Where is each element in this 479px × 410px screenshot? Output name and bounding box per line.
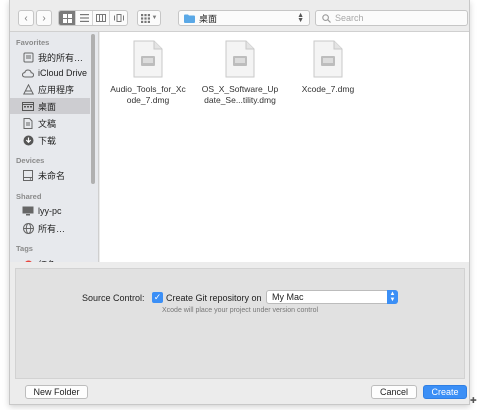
- dmg-file-icon: [313, 40, 343, 78]
- cover-flow-icon: [113, 14, 124, 22]
- shared-header: Shared: [16, 192, 42, 201]
- dmg-file-icon: [225, 40, 255, 78]
- repository-location-select[interactable]: My Mac ▲ ▼: [266, 290, 398, 304]
- save-dialog: ‹ › ▼ 桌面 ▲ ▼ Search Favorites 我的所有… iClo…: [9, 0, 470, 405]
- arrange-grid-icon: [140, 13, 150, 23]
- source-control-hint: Xcode will place your project under vers…: [162, 307, 319, 314]
- columns-icon: [96, 14, 106, 22]
- sidebar-item-label: lyy-pc: [38, 206, 62, 216]
- git-repository-checkbox-label[interactable]: Create Git repository on: [166, 293, 262, 303]
- chevron-left-icon: ‹: [24, 12, 28, 24]
- favorites-header: Favorites: [16, 38, 50, 47]
- popup-arrows-icon: ▲ ▼: [297, 12, 304, 24]
- sidebar-item-label: 文稿: [38, 118, 57, 129]
- view-mode-segmented-control: [58, 10, 128, 26]
- sidebar-item-lyy-pc[interactable]: lyy-pc: [10, 203, 90, 219]
- sidebar-item-label: 所有…: [38, 223, 66, 234]
- forward-button[interactable]: ›: [36, 10, 52, 26]
- downloads-icon: [22, 134, 34, 146]
- sidebar-item-label: 下载: [38, 135, 57, 146]
- sidebar-item-applications[interactable]: 应用程序: [10, 81, 90, 97]
- resize-handle-icon[interactable]: ✚: [470, 396, 477, 405]
- sidebar-item-all-shared[interactable]: 所有…: [10, 220, 90, 236]
- location-popup[interactable]: 桌面 ▲ ▼: [178, 10, 310, 26]
- dmg-file-icon: [133, 40, 163, 78]
- tags-header: Tags: [16, 244, 33, 253]
- list-icon: [79, 14, 89, 22]
- sidebar-item-icloud[interactable]: iCloud Drive: [10, 65, 90, 81]
- chevron-down-icon: ▼: [151, 15, 158, 21]
- cancel-button[interactable]: Cancel: [371, 385, 417, 399]
- applications-icon: [22, 83, 34, 95]
- location-label: 桌面: [199, 13, 218, 24]
- sidebar-item-label: iCloud Drive: [38, 68, 88, 78]
- source-control-label: Source Control:: [82, 293, 145, 303]
- column-view-button[interactable]: [93, 11, 110, 25]
- grid-icon: [62, 13, 72, 23]
- desktop-icon: [22, 100, 34, 112]
- file-browser: Audio_Tools_for_Xc ode_7.dmg OS_X_Softwa…: [100, 32, 469, 262]
- file-item[interactable]: OS_X_Software_Up date_Se...tility.dmg: [201, 40, 279, 106]
- file-name: OS_X_Software_Up date_Se...tility.dmg: [201, 84, 279, 105]
- sidebar-item-tag-red[interactable]: 红色: [10, 256, 90, 262]
- sidebar-item-label: 红色: [38, 258, 56, 263]
- list-view-button[interactable]: [76, 11, 93, 25]
- cover-flow-button[interactable]: [110, 11, 127, 25]
- sidebar-item-label: 应用程序: [38, 84, 75, 95]
- search-icon: [322, 13, 331, 23]
- devices-header: Devices: [16, 156, 45, 165]
- select-stepper-icon: ▲ ▼: [387, 290, 398, 304]
- red-tag-icon: [22, 258, 34, 262]
- network-icon: [22, 222, 34, 234]
- arrange-button[interactable]: ▼: [137, 10, 161, 26]
- sidebar-item-label: 我的所有…: [38, 52, 84, 63]
- chevron-right-icon: ›: [42, 12, 46, 24]
- source-control-panel: Source Control: ✓ Create Git repository …: [15, 268, 465, 379]
- folder-icon: [184, 14, 195, 23]
- cloud-icon: [22, 67, 34, 79]
- computer-icon: [22, 205, 34, 217]
- create-button[interactable]: Create: [423, 385, 467, 399]
- sidebar-item-label: 未命名: [38, 170, 66, 181]
- search-placeholder: Search: [335, 13, 364, 23]
- documents-icon: [22, 117, 34, 129]
- file-name: Audio_Tools_for_Xc ode_7.dmg: [110, 84, 186, 105]
- new-folder-button[interactable]: New Folder: [25, 385, 88, 399]
- checkmark-icon: ✓: [153, 292, 162, 302]
- sidebar-item-documents[interactable]: 文稿: [10, 115, 90, 131]
- sidebar-item-untitled-drive[interactable]: 未命名: [10, 167, 90, 183]
- sidebar-scrollbar[interactable]: [91, 34, 95, 184]
- sidebar-item-downloads[interactable]: 下载: [10, 132, 90, 148]
- sidebar: Favorites 我的所有… iCloud Drive 应用程序 桌面 文稿 …: [10, 32, 99, 262]
- icon-view-button[interactable]: [59, 11, 76, 25]
- sidebar-item-desktop[interactable]: 桌面: [10, 98, 90, 114]
- file-item[interactable]: Xcode_7.dmg: [289, 40, 367, 95]
- sidebar-item-all-files[interactable]: 我的所有…: [10, 49, 90, 65]
- file-item[interactable]: Audio_Tools_for_Xc ode_7.dmg: [109, 40, 187, 106]
- repository-location-value: My Mac: [272, 292, 304, 302]
- all-files-icon: [22, 51, 34, 63]
- sidebar-item-label: 桌面: [38, 101, 57, 112]
- file-name: Xcode_7.dmg: [301, 84, 355, 94]
- back-button[interactable]: ‹: [18, 10, 34, 26]
- search-field[interactable]: Search: [315, 10, 468, 26]
- git-repository-checkbox[interactable]: ✓: [152, 292, 163, 303]
- toolbar: ‹ › ▼ 桌面 ▲ ▼ Search: [10, 0, 469, 32]
- drive-icon: [22, 169, 34, 181]
